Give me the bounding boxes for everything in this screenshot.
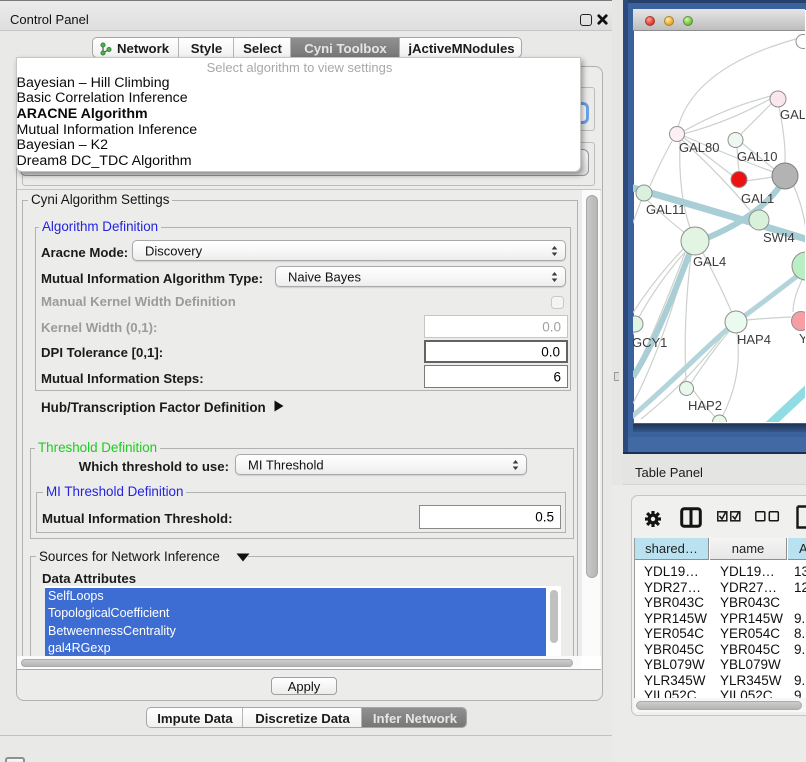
svg-text:SWI4: SWI4 (763, 230, 795, 245)
svg-text:HAP2: HAP2 (688, 398, 722, 413)
svg-text:HAP4: HAP4 (737, 332, 771, 347)
svg-text:GAL1: GAL1 (741, 191, 774, 206)
svg-text:GCY1: GCY1 (633, 335, 667, 350)
svg-text:Y: Y (799, 331, 805, 346)
svg-text:GAL7: GAL7 (780, 107, 805, 122)
svg-text:GAL80: GAL80 (679, 140, 719, 155)
svg-text:GAL11: GAL11 (646, 202, 686, 217)
svg-text:GAL10: GAL10 (737, 149, 777, 164)
svg-text:GAL4: GAL4 (693, 254, 726, 269)
